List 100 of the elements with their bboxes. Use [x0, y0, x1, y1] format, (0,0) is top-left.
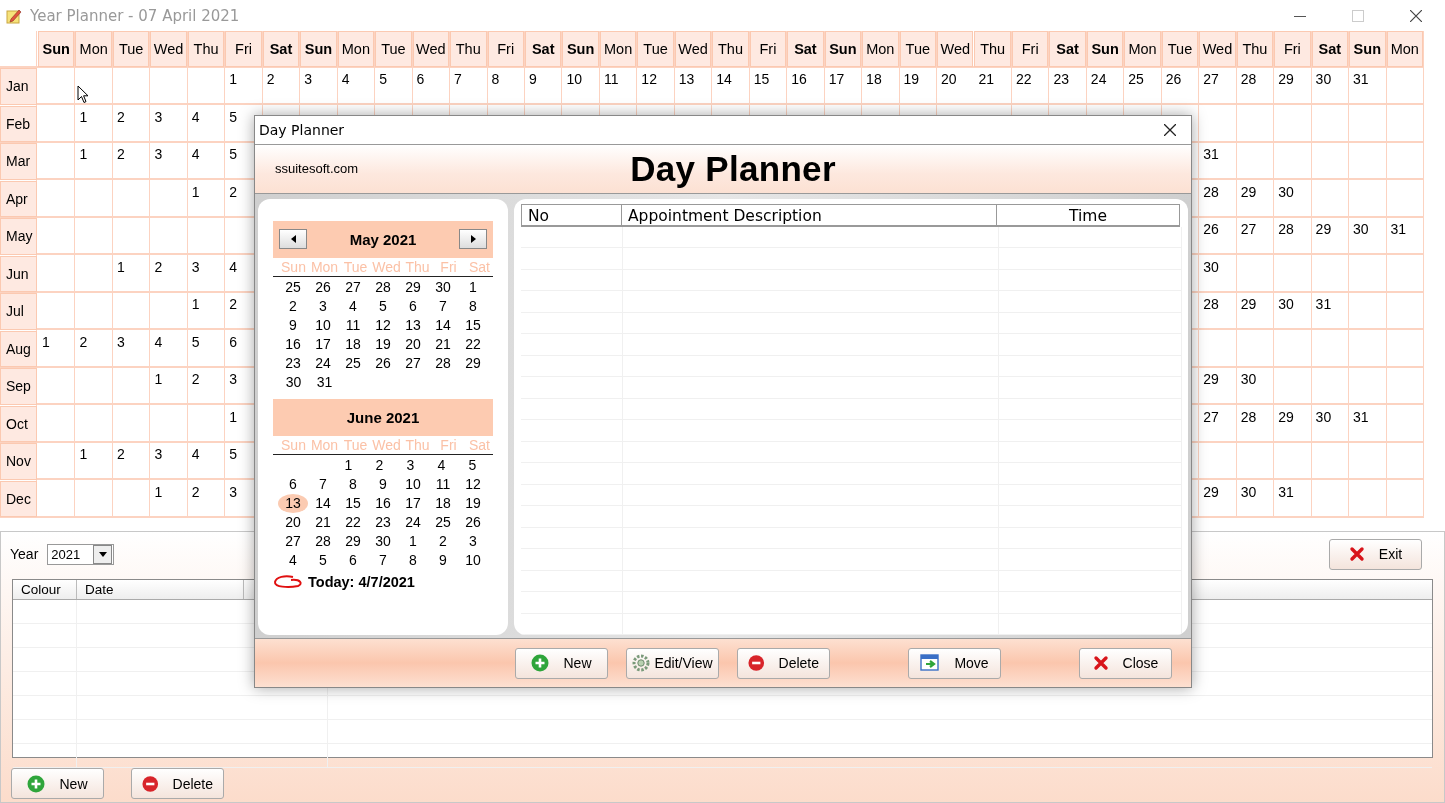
day-cell[interactable]: 3 [300, 68, 338, 106]
calendar-day[interactable]: 31 [309, 372, 340, 392]
calendar-day[interactable]: 16 [278, 334, 308, 354]
day-cell[interactable]: 19 [899, 68, 937, 106]
calendar-day[interactable]: 23 [368, 512, 398, 532]
calendar-day[interactable]: 27 [278, 531, 308, 551]
day-cell[interactable]: 8 [487, 68, 525, 106]
calendar-day[interactable]: 17 [308, 334, 338, 354]
calendar-day[interactable]: 4 [426, 455, 457, 475]
day-cell[interactable]: 23 [1049, 68, 1087, 106]
calendar-day[interactable]: 25 [428, 512, 458, 532]
calendar-day[interactable]: 25 [338, 353, 368, 373]
calendar-day[interactable]: 2 [278, 296, 308, 316]
calendar-day[interactable]: 27 [398, 353, 428, 373]
day-cell[interactable]: 1 [150, 480, 188, 518]
day-cell[interactable]: 27 [1199, 405, 1237, 443]
day-cell[interactable]: 1 [150, 368, 188, 406]
calendar-day[interactable]: 17 [398, 493, 428, 513]
calendar-day[interactable]: 16 [368, 493, 398, 513]
calendar-day[interactable]: 28 [368, 277, 398, 297]
calendar-day[interactable]: 13 [278, 493, 308, 513]
day-cell[interactable]: 2 [187, 368, 226, 406]
day-cell[interactable]: 17 [824, 68, 863, 106]
calendar-day[interactable]: 29 [458, 353, 488, 373]
day-cell[interactable]: 18 [862, 68, 900, 106]
calendar-day[interactable]: 22 [338, 512, 368, 532]
day-cell[interactable]: 30 [1311, 68, 1350, 106]
delete-button[interactable]: Delete [131, 768, 224, 799]
column-header[interactable]: Time [997, 204, 1179, 225]
day-cell[interactable]: 1 [187, 180, 226, 218]
day-cell[interactable]: 30 [1199, 255, 1237, 293]
day-cell[interactable]: 1 [75, 105, 113, 143]
day-cell[interactable]: 5 [375, 68, 413, 106]
calendar-day[interactable]: 6 [398, 296, 428, 316]
calendar-day[interactable]: 29 [398, 277, 428, 297]
calendar-day[interactable]: 23 [278, 353, 308, 373]
today-label[interactable]: Today: 4/7/2021 [308, 573, 415, 590]
day-cell[interactable]: 1 [38, 330, 76, 368]
calendar-day[interactable]: 14 [308, 493, 338, 513]
day-cell[interactable]: 31 [1386, 218, 1424, 256]
day-cell[interactable]: 2 [112, 443, 151, 481]
day-cell[interactable]: 30 [1311, 405, 1350, 443]
day-cell[interactable]: 24 [1086, 68, 1125, 106]
day-cell[interactable]: 31 [1349, 405, 1387, 443]
day-cell[interactable]: 14 [712, 68, 750, 106]
day-cell[interactable]: 2 [112, 143, 151, 181]
day-cell[interactable]: 2 [150, 255, 188, 293]
day-cell[interactable]: 28 [1199, 180, 1237, 218]
calendar-day[interactable]: 10 [308, 315, 338, 335]
column-header[interactable]: Appointment Description [622, 204, 997, 225]
calendar-day[interactable]: 3 [308, 296, 338, 316]
calendar-day[interactable]: 28 [428, 353, 458, 373]
calendar-day[interactable]: 25 [278, 277, 308, 297]
calendar-day[interactable]: 24 [308, 353, 338, 373]
calendar-day[interactable]: 3 [458, 531, 488, 551]
calendar-day[interactable]: 5 [368, 296, 398, 316]
day-cell[interactable]: 3 [150, 105, 188, 143]
day-cell[interactable]: 31 [1199, 143, 1237, 181]
calendar-day[interactable]: 3 [395, 455, 426, 475]
day-cell[interactable]: 27 [1199, 68, 1237, 106]
day-cell[interactable]: 2 [112, 105, 151, 143]
calendar-day[interactable]: 7 [308, 474, 338, 494]
calendar-day[interactable]: 12 [368, 315, 398, 335]
calendar-day[interactable]: 26 [308, 277, 338, 297]
day-cell[interactable]: 30 [1349, 218, 1387, 256]
day-cell[interactable]: 30 [1274, 180, 1312, 218]
calendar-day[interactable]: 10 [458, 550, 488, 570]
day-cell[interactable]: 3 [187, 255, 226, 293]
day-cell[interactable]: 31 [1349, 68, 1387, 106]
calendar-day[interactable]: 26 [368, 353, 398, 373]
calendar-day[interactable]: 13 [398, 315, 428, 335]
calendar-day[interactable]: 12 [458, 474, 488, 494]
calendar-day[interactable]: 5 [457, 455, 488, 475]
day-cell[interactable]: 1 [75, 443, 113, 481]
calendar-day[interactable]: 21 [308, 512, 338, 532]
calendar-day[interactable]: 9 [368, 474, 398, 494]
day-cell[interactable]: 11 [599, 68, 638, 106]
calendar-day[interactable]: 5 [308, 550, 338, 570]
calendar-day[interactable]: 29 [338, 531, 368, 551]
day-cell[interactable]: 29 [1236, 293, 1275, 331]
calendar-day[interactable]: 20 [398, 334, 428, 354]
day-cell[interactable]: 30 [1236, 480, 1275, 518]
day-cell[interactable]: 26 [1161, 68, 1200, 106]
day-cell[interactable]: 30 [1274, 293, 1312, 331]
day-cell[interactable]: 6 [412, 68, 451, 106]
calendar-day[interactable]: 24 [398, 512, 428, 532]
calendar-day[interactable]: 9 [428, 550, 458, 570]
day-cell[interactable]: 4 [187, 105, 226, 143]
day-cell[interactable]: 4 [337, 68, 376, 106]
column-header[interactable]: Date [77, 580, 244, 599]
calendar-day[interactable]: 14 [428, 315, 458, 335]
calendar-day[interactable]: 18 [338, 334, 368, 354]
calendar-day[interactable]: 11 [428, 474, 458, 494]
calendar-day[interactable]: 1 [333, 455, 364, 475]
calendar-day[interactable]: 7 [368, 550, 398, 570]
day-cell[interactable]: 3 [150, 443, 188, 481]
calendar-day[interactable]: 20 [278, 512, 308, 532]
edit-button[interactable]: Edit/View [626, 647, 719, 679]
day-cell[interactable]: 29 [1199, 368, 1237, 406]
day-cell[interactable]: 29 [1311, 218, 1350, 256]
